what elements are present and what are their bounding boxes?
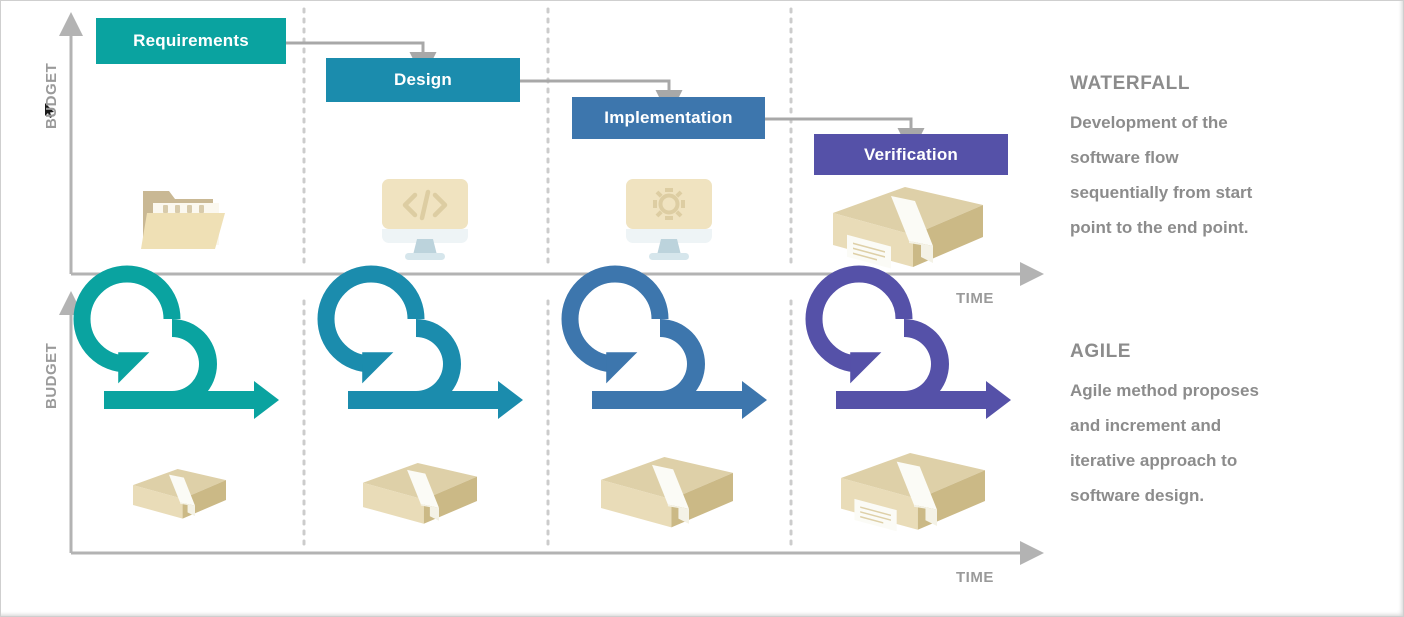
package-box-labeled-icon — [833, 187, 983, 269]
phase-label-design: Design — [394, 70, 452, 89]
agile-column-dividers — [302, 299, 793, 550]
connector-implementation-to-verification — [765, 117, 925, 155]
axis-label-time-agile: TIME — [956, 569, 994, 586]
diagram-stage: Requirements Design Implementation Verif… — [1, 1, 1403, 616]
phase-box-design[interactable]: Design — [326, 58, 520, 102]
axis-label-time-waterfall: TIME — [956, 290, 994, 307]
phase-label-requirements: Requirements — [133, 31, 249, 50]
connector-design-to-implementation — [520, 79, 683, 117]
agile-description: Agile method proposes and increment and … — [1070, 373, 1390, 513]
waterfall-title: WATERFALL — [1070, 73, 1191, 94]
axis-label-budget-waterfall: BUDGET — [43, 62, 60, 129]
waterfall-description-line-1: Development of the — [1070, 113, 1228, 132]
waterfall-description-line-2: software flow — [1070, 148, 1179, 167]
package-box-labeled-icon-4 — [841, 453, 985, 532]
phase-box-requirements[interactable]: Requirements — [96, 18, 286, 64]
phase-label-verification: Verification — [863, 144, 959, 164]
waterfall-description-line-3: sequentially from start — [1070, 183, 1253, 202]
sprint-loop-icon-1 — [73, 265, 279, 419]
monitor-code-icon — [382, 179, 468, 260]
agile-info-block: AGILE Agile method proposes and incremen… — [1070, 341, 1390, 513]
diagram-frame: Requirements Design Implementation Verif… — [0, 0, 1404, 617]
phase-label-implementation: Implementation — [604, 108, 733, 127]
waterfall-column-dividers — [302, 7, 793, 271]
connector-requirements-to-design — [286, 41, 437, 79]
agile-description-line-4: software design. — [1070, 486, 1205, 505]
agile-description-line-2: and increment and — [1070, 416, 1222, 435]
monitor-gear-icon — [626, 179, 712, 260]
phase-box-verification[interactable]: Verification — [814, 134, 1008, 175]
waterfall-info-block: WATERFALL Development of the software fl… — [1070, 73, 1390, 245]
sprint-loop-icon-3 — [561, 265, 767, 419]
package-box-icon-1 — [133, 469, 226, 519]
package-box-icon-2 — [363, 463, 477, 524]
sprint-loop-icon-2 — [317, 265, 523, 419]
agile-title: AGILE — [1070, 341, 1132, 362]
phase-box-implementation[interactable]: Implementation — [572, 97, 765, 139]
waterfall-description-line-4: point to the end point. — [1070, 218, 1249, 237]
axis-label-budget-agile: BUDGET — [43, 342, 60, 409]
package-box-icon-3 — [601, 457, 733, 528]
folder-icon — [141, 191, 225, 249]
agile-axes — [59, 291, 1044, 565]
waterfall-description: Development of the software flow sequent… — [1070, 105, 1390, 245]
agile-description-line-1: Agile method proposes — [1070, 381, 1259, 400]
agile-description-line-3: iterative approach to — [1070, 451, 1238, 470]
